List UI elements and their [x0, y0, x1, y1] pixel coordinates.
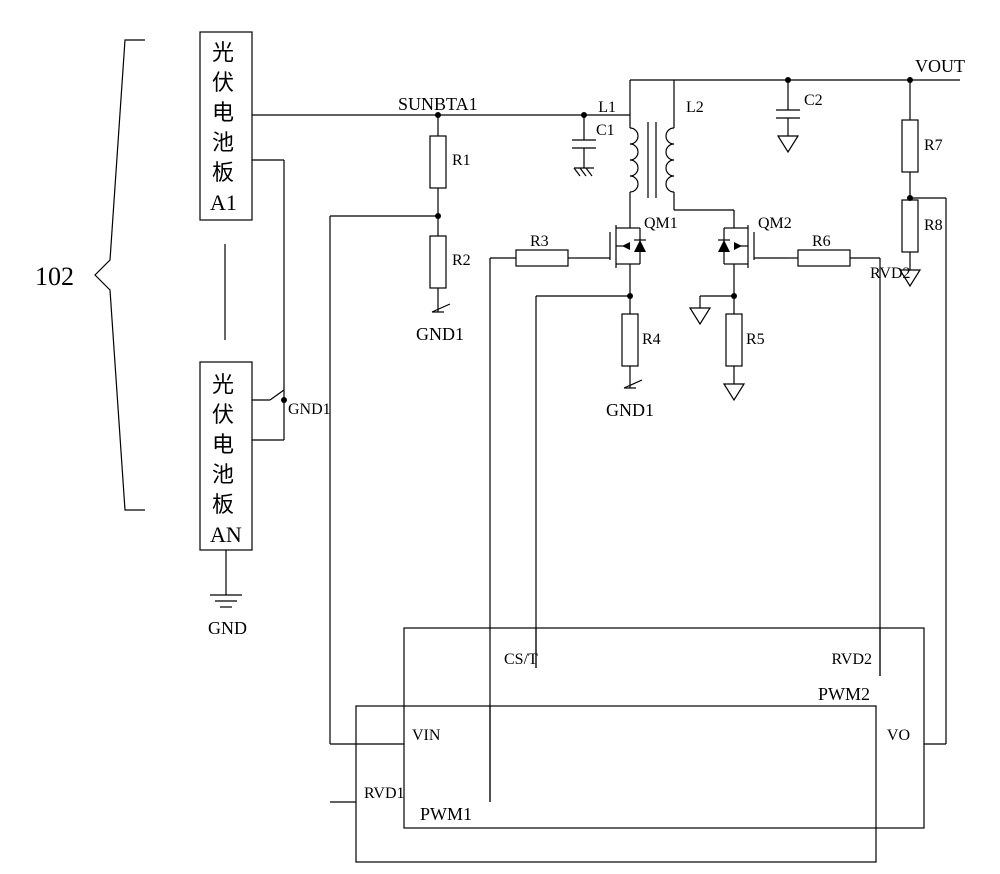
- gnd1-mid: GND1: [416, 324, 464, 344]
- r3: R3: [530, 233, 549, 250]
- r1: R1: [452, 152, 471, 169]
- svg-text:板: 板: [212, 160, 234, 185]
- rvd2-drv: RVD2: [870, 265, 911, 282]
- net-vout: VOUT: [915, 56, 965, 76]
- panel-a1: 光 伏 电 池 板 A1: [210, 40, 237, 215]
- c1: C1: [596, 122, 615, 139]
- svg-text:AN: AN: [210, 522, 242, 547]
- r7: R7: [924, 137, 943, 154]
- c2: C2: [804, 92, 823, 109]
- pin-pwm2: PWM2: [818, 684, 870, 704]
- svg-text:电: 电: [212, 432, 234, 457]
- panel-an: 光 伏 电 池 板 AN: [210, 372, 242, 547]
- pin-pwm1: PWM1: [420, 804, 472, 824]
- gnd1-left: GND1: [288, 401, 331, 418]
- svg-text:伏: 伏: [212, 402, 234, 427]
- svg-text:伏: 伏: [212, 70, 234, 95]
- pin-cst: CS/T: [504, 651, 538, 668]
- qm1-label: QM1: [644, 215, 678, 232]
- svg-text:A1: A1: [210, 190, 237, 215]
- l2: L2: [686, 99, 704, 116]
- pin-vin: VIN: [412, 727, 441, 744]
- qm2-label: QM2: [758, 215, 792, 232]
- gnd1-r4: GND1: [606, 400, 654, 420]
- svg-text:池: 池: [212, 462, 234, 487]
- pin-vo: VO: [887, 727, 910, 744]
- qm1: [576, 210, 646, 296]
- r4: R4: [642, 331, 661, 348]
- svg-text:电: 电: [212, 100, 234, 125]
- svg-text:光: 光: [212, 372, 234, 397]
- svg-text:光: 光: [212, 40, 234, 65]
- ref-id: 102: [35, 262, 74, 291]
- r8: R8: [924, 217, 943, 234]
- gnd-label: GND: [208, 618, 247, 638]
- l1: L1: [598, 99, 616, 116]
- pin-rvd1: RVD1: [364, 785, 405, 802]
- r2: R2: [452, 252, 471, 269]
- r6: R6: [812, 233, 831, 250]
- svg-text:板: 板: [212, 492, 234, 517]
- pin-rvd2: RVD2: [832, 651, 873, 668]
- svg-text:池: 池: [212, 130, 234, 155]
- net-sunbta1: SUNBTA1: [398, 94, 478, 114]
- r5: R5: [746, 331, 765, 348]
